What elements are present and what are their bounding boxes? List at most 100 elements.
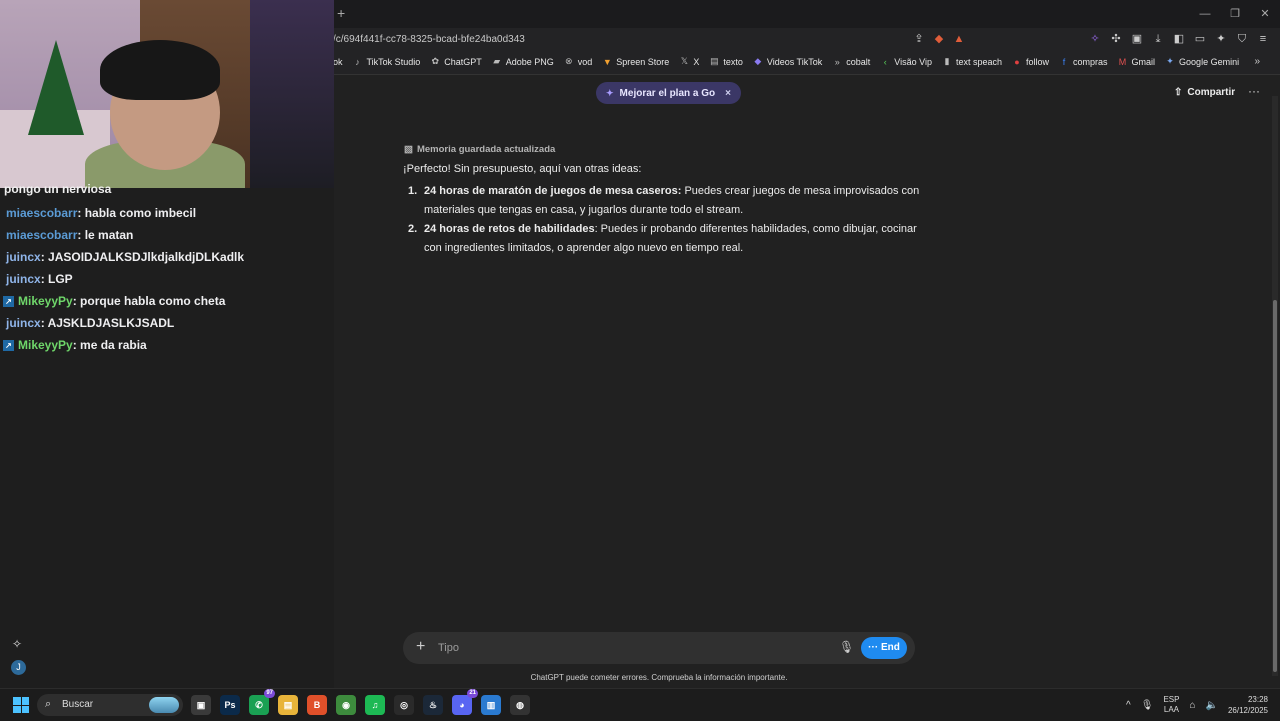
bookmark-spreen-store[interactable]: ▼ Spreen Store <box>602 56 670 67</box>
bookmark-google-gemini[interactable]: ✦ Google Gemini <box>1165 56 1239 67</box>
chat-message: miaescobarr: le matan <box>0 224 334 246</box>
menu-icon[interactable]: ≡ <box>1256 32 1270 46</box>
photoshop-app-icon[interactable]: Ps <box>220 695 240 715</box>
stream-chat: pongo un nerviosa miaescobarr: habla com… <box>0 182 334 688</box>
sidebar-toggle-icon[interactable]: ◧ <box>1172 32 1186 46</box>
chevron-up-icon[interactable]: ^ <box>1126 700 1131 711</box>
minimize-button[interactable]: — <box>1190 0 1220 28</box>
bookmark-visao-vip[interactable]: ‹ Visão Vip <box>880 56 932 67</box>
bookmark-label: text speach <box>955 56 1002 67</box>
prime-badge-icon: ↗ <box>3 296 14 308</box>
list-number: 2. <box>408 223 418 235</box>
bookmark-adobe-png[interactable]: ▰ Adobe PNG <box>492 56 554 67</box>
wallet-icon[interactable]: ▭ <box>1193 32 1207 46</box>
spotify-app-icon[interactable]: ♫ <box>365 695 385 715</box>
bookmark-label: Visão Vip <box>894 56 932 67</box>
share-button[interactable]: ⇧ Compartir <box>1174 87 1235 98</box>
bookmark-cobalt[interactable]: » cobalt <box>832 56 871 67</box>
bookmark-videos-tiktok[interactable]: ◆ Videos TikTok <box>753 56 822 67</box>
bookmark-label: Gmail <box>1131 56 1156 67</box>
brave-rewards-icon[interactable]: ▲ <box>952 32 966 46</box>
vod-icon: ⊗ <box>564 56 573 66</box>
notepad-app-icon[interactable]: ▥ <box>481 695 501 715</box>
maximize-button[interactable]: ❐ <box>1220 0 1250 28</box>
chat-username[interactable]: MikeyyPy <box>18 338 73 352</box>
bookmark-tiktok-studio[interactable]: ♪ TikTok Studio <box>353 56 420 67</box>
volume-icon[interactable]: 🔈 <box>1206 700 1218 711</box>
chat-username[interactable]: MikeyyPy <box>18 294 73 308</box>
notification-count-badge: 97 <box>264 689 275 698</box>
memory-note-label: Memoria guardada actualizada <box>416 144 556 155</box>
scrollbar-thumb[interactable] <box>1273 300 1277 672</box>
brave-shield-icon[interactable]: ◆ <box>932 32 946 46</box>
clock[interactable]: 23:28 26/12/2025 <box>1228 694 1268 716</box>
brave-app-icon[interactable]: B <box>307 695 327 715</box>
bookmark-gmail[interactable]: M Gmail <box>1118 56 1156 67</box>
steam-app-icon[interactable]: ♨ <box>423 695 443 715</box>
chat-message: juincx: AJSKLDJASLKJSADL <box>0 312 334 334</box>
plus-icon[interactable]: + <box>416 639 425 655</box>
new-tab-button[interactable]: + <box>337 5 345 21</box>
whatsapp-app-icon[interactable]: ✆ 97 <box>249 689 275 715</box>
share-icon: ⇧ <box>1174 87 1183 98</box>
gemini-icon: ✦ <box>1166 56 1174 66</box>
extension-icon[interactable]: ✧ <box>1088 32 1102 46</box>
end-voice-button[interactable]: ··· End <box>861 637 907 659</box>
bookmarks-overflow-button[interactable]: » <box>1254 56 1260 67</box>
chat-username[interactable]: juincx <box>6 316 41 330</box>
webcam-app-glyph: ◍ <box>516 700 524 710</box>
bookmark-chatgpt[interactable]: ✿ ChatGPT <box>430 56 481 67</box>
webcam-app-app-icon[interactable]: ◍ <box>510 695 530 715</box>
chat-text: : porque habla como cheta <box>72 294 226 308</box>
file-explorer-app-icon[interactable]: ▤ <box>278 695 298 715</box>
close-icon[interactable]: × <box>725 88 731 99</box>
bookmark-label: ok <box>333 56 343 67</box>
bookmark-text-speach[interactable]: ▮ text speach <box>942 56 1002 67</box>
leo-ai-icon[interactable]: ✦ <box>1214 32 1228 46</box>
discord-app-icon[interactable]: ◕ 21 <box>452 689 478 715</box>
sparkle-icon[interactable]: ✧ <box>12 637 22 651</box>
chat-username[interactable]: juincx <box>6 250 41 264</box>
url-text[interactable]: /c/694f441f-cc78-8325-bcad-bfe24ba0d343 <box>333 34 525 45</box>
close-window-button[interactable]: ✕ <box>1250 0 1280 28</box>
webcam-background <box>250 0 334 188</box>
obs-app-icon[interactable]: ◎ <box>394 695 414 715</box>
network-icon[interactable]: ⌂ <box>1189 700 1195 711</box>
windows-logo-tile <box>13 697 21 705</box>
x-icon: 𝕏 <box>680 56 688 66</box>
disclaimer-text: ChatGPT puede cometer errores. Comprueba… <box>530 673 788 682</box>
chat-username[interactable]: juincx <box>6 272 41 286</box>
vip-icon: ‹ <box>883 56 887 67</box>
memory-updated-note[interactable]: ▧ Memoria guardada actualizada <box>404 144 555 155</box>
idea-title: 24 horas de maratón de juegos de mesa ca… <box>424 185 682 197</box>
obs-glyph: ◎ <box>400 700 408 710</box>
task-view-app-icon[interactable]: ▣ <box>191 695 211 715</box>
bookmark-texto[interactable]: ▤ texto <box>709 56 743 67</box>
start-button[interactable] <box>13 697 29 713</box>
language-indicator[interactable]: ESP LAA <box>1163 695 1179 715</box>
bookmark-compras[interactable]: f compras <box>1059 56 1108 67</box>
download-icon[interactable]: ⤓ <box>1151 32 1165 46</box>
taskbar-search[interactable]: ⌕ Buscar <box>37 694 183 716</box>
clock-date: 26/12/2025 <box>1227 706 1268 715</box>
message-composer: + Tipo 🎙 ··· End <box>403 632 915 664</box>
bookmark-vod[interactable]: ⊗ vod <box>564 56 592 67</box>
bookmark-x[interactable]: 𝕏X <box>679 56 700 67</box>
puzzle-icon[interactable]: ✣ <box>1109 32 1123 46</box>
more-options-button[interactable]: ··· <box>1248 84 1260 98</box>
bookmark-0[interactable]: ok <box>333 56 343 67</box>
bookmark-follow[interactable]: ● follow <box>1012 56 1049 67</box>
screenshot-icon[interactable]: ▣ <box>1130 32 1144 46</box>
chat-username[interactable]: miaescobarr <box>6 228 77 242</box>
chat-username[interactable]: miaescobarr <box>6 206 77 220</box>
chrome-app-icon[interactable]: ◉ <box>336 695 356 715</box>
prompt-input[interactable]: Tipo <box>438 642 459 654</box>
search-label: Buscar <box>62 699 94 710</box>
microphone-tray-icon[interactable]: 🎙 <box>1141 700 1154 711</box>
microphone-icon[interactable]: 🎙 <box>839 640 854 654</box>
upgrade-plan-button[interactable]: ✦ Mejorar el plan a Go × <box>596 82 741 104</box>
task-view-glyph: ▣ <box>196 700 206 710</box>
vpn-icon[interactable]: ⛉ <box>1235 32 1249 46</box>
windows-logo-tile <box>21 697 29 705</box>
share-page-icon[interactable]: ⇪ <box>912 32 926 46</box>
